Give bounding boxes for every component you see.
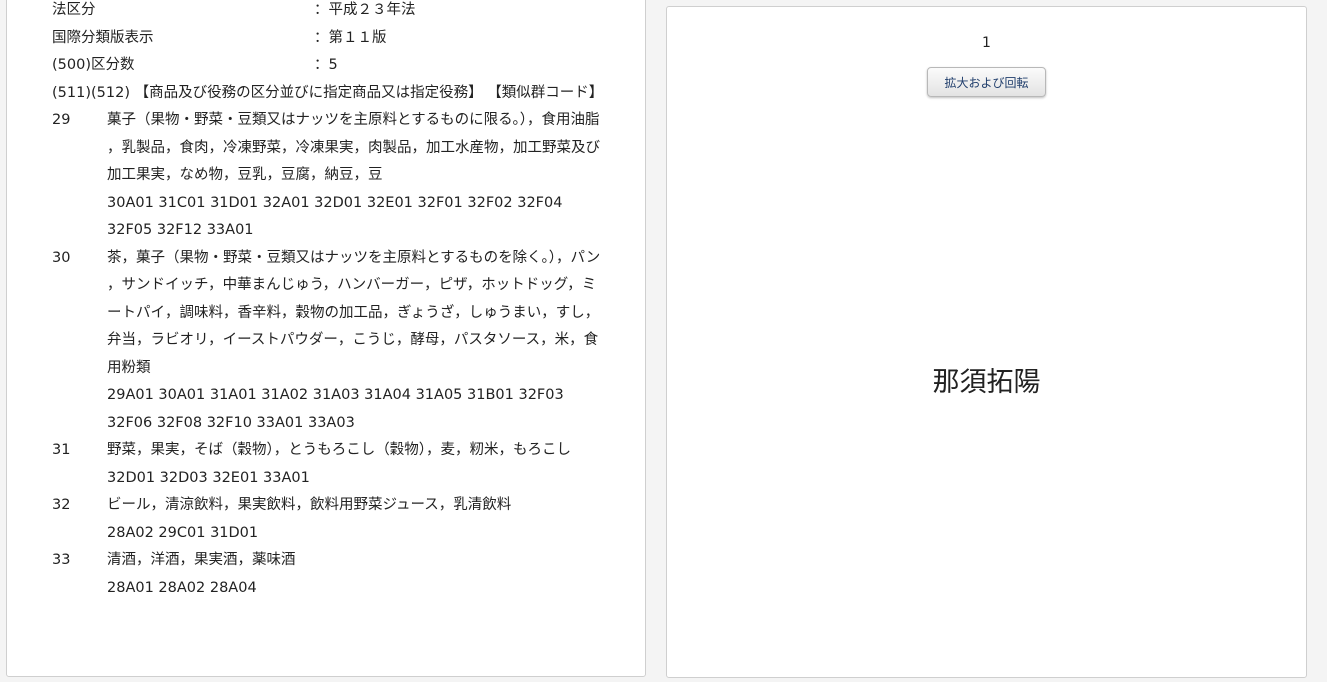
law-row: 法区分 ：平成２３年法 [52,0,608,25]
class-number: 33 [52,552,71,568]
bibliographic-content: 法区分 ：平成２３年法 国際分類版表示 ：第１１版 (500)区分数 ：5 (5… [52,0,608,602]
similar-group-codes: 28A01 28A02 28A04 [107,579,257,596]
class-body: 野菜，果実，そば（穀物），とうもろこし（穀物），麦，籾米，もろこし 32D01 … [107,437,602,492]
class-body: ビール，清涼飲料，果実飲料，飲料用野菜ジュース，乳清飲料 28A02 29C01… [107,492,602,547]
similar-group-codes: 30A01 31C01 31D01 32A01 32D01 32E01 32F0… [107,194,563,239]
class-body: 清酒，洋酒，果実酒，薬味酒 28A01 28A02 28A04 [107,547,602,602]
class-body: 菓子（果物・野菜・豆類又はナッツを主原料とするものに限る。），食用油脂，乳製品，… [107,107,602,245]
bibliographic-panel: 法区分 ：平成２３年法 国際分類版表示 ：第１１版 (500)区分数 ：5 (5… [6,0,646,677]
intl-class-label: 国際分類版表示 [52,29,154,46]
class-count-value: ：5 [314,57,338,73]
designated-goods: 野菜，果実，そば（穀物），とうもろこし（穀物），麦，籾米，もろこし [107,442,571,458]
mark-image-panel: 1 拡大および回転 那須拓陽 [666,6,1307,678]
designated-goods: 菓子（果物・野菜・豆類又はナッツを主原料とするものに限る。），食用油脂，乳製品，… [107,112,600,183]
class-body: 茶，菓子（果物・野菜・豆類又はナッツを主原料とするものを除く。），パン，サンドイ… [107,245,602,438]
class-entry: 31 野菜，果実，そば（穀物），とうもろこし（穀物），麦，籾米，もろこし 32D… [52,437,608,492]
class-entry: 32 ビール，清涼飲料，果実飲料，飲料用野菜ジュース，乳清飲料 28A02 29… [52,492,608,547]
law-label: 法区分 [52,2,96,18]
class-number: 32 [52,497,71,513]
similar-group-codes: 29A01 30A01 31A01 31A02 31A03 31A04 31A0… [107,387,564,431]
similar-group-codes: 28A02 29C01 31D01 [107,524,259,541]
intl-class-value: ：第１１版 [314,29,387,46]
page-number: 1 [982,35,991,51]
class-entry: 33 清酒，洋酒，果実酒，薬味酒 28A01 28A02 28A04 [52,547,608,602]
intl-class-row: 国際分類版表示 ：第１１版 [52,25,608,53]
class-number: 31 [52,442,71,458]
goods-services-heading: (511)(512) 【商品及び役務の区分並びに指定商品又は指定役務】 【類似群… [52,84,604,101]
designated-goods: 茶，菓子（果物・野菜・豆類又はナッツを主原料とするものを除く。），パン，サンドイ… [107,249,601,376]
law-value: ：平成２３年法 [314,2,416,18]
class-number: 29 [52,112,71,128]
similar-group-codes: 32D01 32D03 32E01 33A01 [107,469,310,486]
class-entry: 30 茶，菓子（果物・野菜・豆類又はナッツを主原料とするものを除く。），パン，サ… [52,245,608,438]
designated-goods: 清酒，洋酒，果実酒，薬味酒 [107,552,296,568]
designated-goods: ビール，清涼飲料，果実飲料，飲料用野菜ジュース，乳清飲料 [107,497,512,513]
class-count-label: (500)区分数 [52,57,135,73]
zoom-rotate-button[interactable]: 拡大および回転 [927,67,1046,97]
class-entry: 29 菓子（果物・野菜・豆類又はナッツを主原料とするものに限る。），食用油脂，乳… [52,107,608,245]
class-count-row: (500)区分数 ：5 [52,52,608,80]
trademark-mark-text: 那須拓陽 [932,367,1041,398]
class-number: 30 [52,249,71,266]
